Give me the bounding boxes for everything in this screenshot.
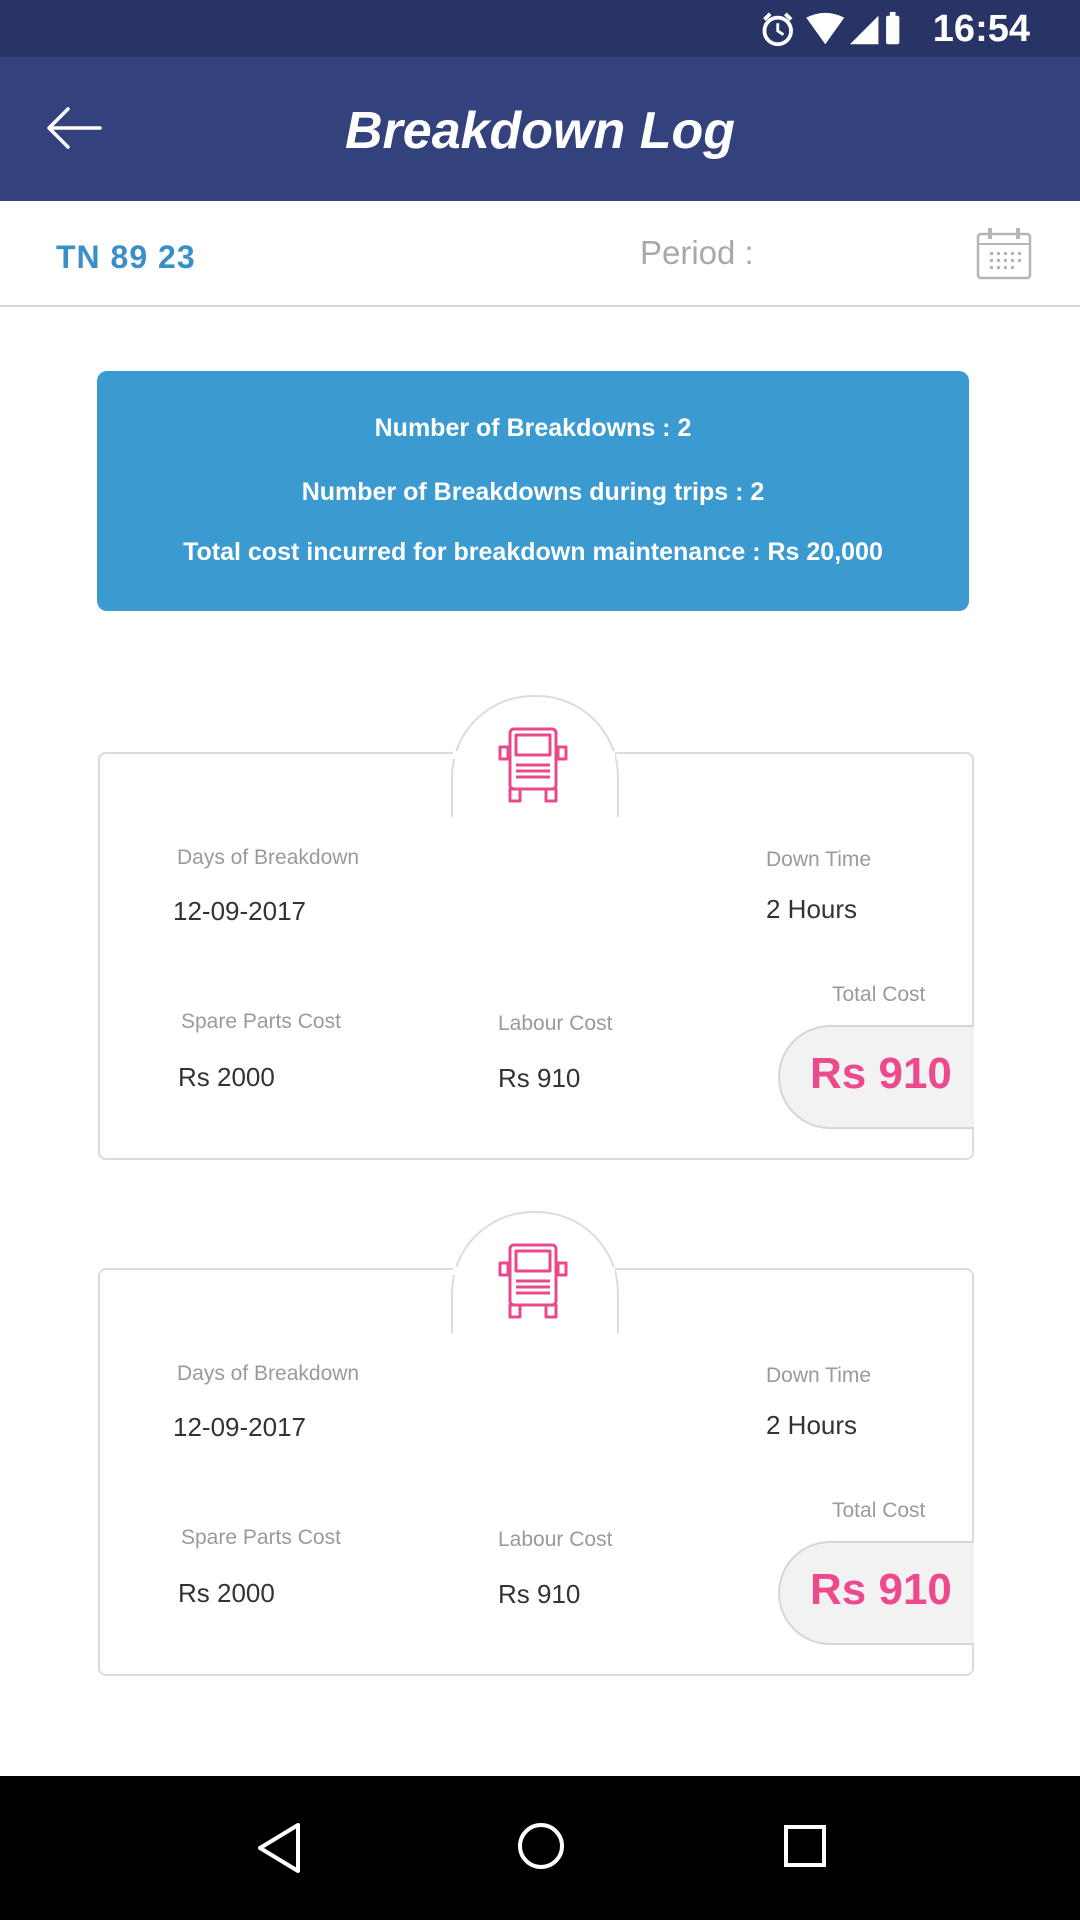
total-maintenance-cost: Total cost incurred for breakdown mainte… [183,538,883,566]
battery-icon [886,11,900,45]
total-cost-value: Rs 910 [810,1565,952,1614]
down-time-label: Down Time [766,848,872,871]
breakdowns-during-trips: Number of Breakdowns during trips : 2 [301,478,765,506]
status-icons [762,11,900,47]
total-cost-badge: Rs 910 [778,1025,974,1129]
nav-recents-icon[interactable] [783,1824,827,1868]
labour-cost-value: Rs 910 [498,1063,581,1093]
signal-icon [849,15,879,45]
labour-cost-label: Labour Cost [498,1012,613,1035]
calendar-icon[interactable] [976,226,1032,280]
spare-parts-cost-value: Rs 2000 [178,1578,275,1608]
app-bar: Breakdown Log [0,57,1080,201]
period-label: Period : [640,234,754,271]
labour-cost-value: Rs 910 [498,1579,581,1609]
wifi-icon [806,12,845,45]
truck-icon [498,1243,568,1319]
total-cost-label: Total Cost [832,1499,926,1522]
page-title: Breakdown Log [344,102,736,160]
breakdowns-count: Number of Breakdowns : 2 [374,414,692,442]
breakdown-date: 12-09-2017 [173,896,306,926]
nav-back-icon[interactable] [254,1821,304,1875]
down-time-value: 2 Hours [766,894,858,924]
total-cost-label: Total Cost [832,983,926,1006]
nav-home-icon[interactable] [516,1821,566,1871]
truck-icon [498,727,568,803]
days-of-breakdown-label: Days of Breakdown [177,1362,360,1385]
labour-cost-label: Labour Cost [498,1528,613,1551]
breakdown-card[interactable]: Days of Breakdown 12-09-2017 Down Time 2… [98,1211,974,1701]
filter-bar: TN 89 23 Period : [0,201,1080,307]
alarm-icon [762,12,793,47]
total-cost-value: Rs 910 [810,1049,952,1098]
down-time-value: 2 Hours [766,1410,858,1440]
vehicle-number[interactable]: TN 89 23 [56,239,196,276]
breakdown-date: 12-09-2017 [173,1412,306,1442]
status-time: 16:54 [932,8,1030,50]
spare-parts-cost-value: Rs 2000 [178,1062,275,1092]
down-time-label: Down Time [766,1364,872,1387]
status-bar: 16:54 [0,0,1080,57]
spare-parts-cost-label: Spare Parts Cost [181,1526,341,1549]
navigation-bar [0,1776,1080,1920]
total-cost-badge: Rs 910 [778,1541,974,1645]
days-of-breakdown-label: Days of Breakdown [177,846,360,869]
breakdown-card[interactable]: Days of Breakdown 12-09-2017 Down Time 2… [98,695,974,1185]
spare-parts-cost-label: Spare Parts Cost [181,1010,341,1033]
summary-panel: Number of Breakdowns : 2 Number of Break… [97,371,969,611]
